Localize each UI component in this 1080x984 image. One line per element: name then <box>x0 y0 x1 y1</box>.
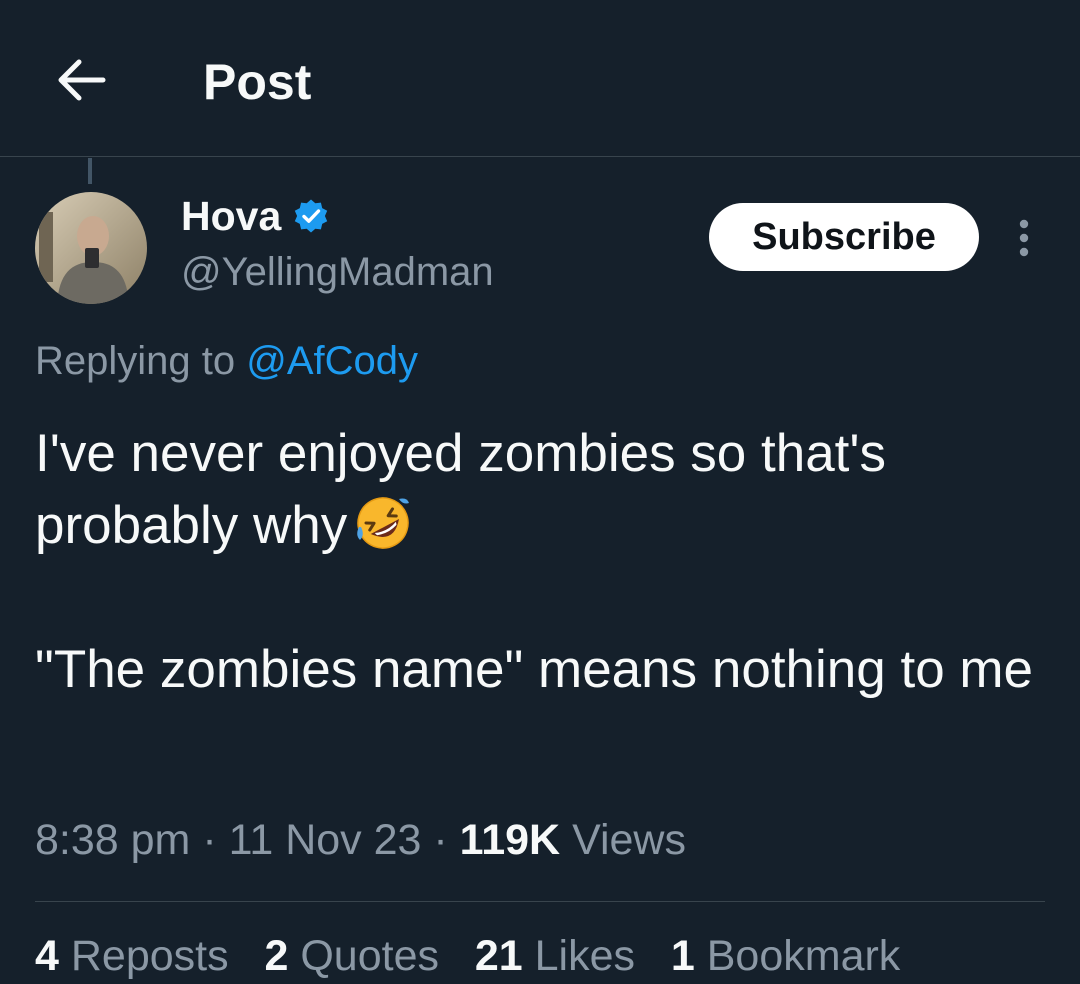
replying-to-label: Replying to <box>35 339 236 383</box>
replying-to-line: Replying to @AfCody <box>35 334 418 388</box>
back-button[interactable] <box>50 52 110 108</box>
tweet-text: I've never enjoyed zombies so that's pro… <box>35 418 1045 706</box>
reply-handle-link[interactable]: @AfCody <box>246 339 418 383</box>
more-vertical-icon <box>1019 219 1029 257</box>
author-handle[interactable]: @YellingMadman <box>181 246 494 298</box>
reposts-label: Reposts <box>70 932 229 980</box>
likes-stat[interactable]: 21 Likes <box>475 932 635 980</box>
meta-separator: · <box>433 816 448 864</box>
verified-badge-icon <box>295 199 328 233</box>
bookmarks-stat[interactable]: 1 Bookmark <box>671 932 900 980</box>
engagement-stats-row: 4 Reposts 2 Quotes 21 Likes 1 Bookmark <box>35 928 900 984</box>
divider <box>35 901 1045 902</box>
bookmarks-count: 1 <box>670 932 695 980</box>
reposts-count: 4 <box>35 932 59 980</box>
likes-count: 21 <box>474 932 523 980</box>
rolling-on-floor-laughing-emoji <box>357 497 410 549</box>
tweet-paragraph-1: I've never enjoyed zombies so that's pro… <box>35 424 887 555</box>
thread-connector-line <box>88 158 92 184</box>
tweet-meta: 8:38 pm · 11 Nov 23 · 119K Views <box>35 812 686 868</box>
subscribe-button[interactable]: Subscribe <box>709 203 979 271</box>
views-count: 119K <box>459 816 561 864</box>
reposts-stat[interactable]: 4 Reposts <box>35 932 229 980</box>
quotes-count: 2 <box>264 932 289 980</box>
likes-label: Likes <box>534 932 636 980</box>
avatar[interactable] <box>35 192 147 304</box>
tweet-paragraph-2: "The zombies name" means nothing to me <box>35 640 1034 699</box>
bookmarks-label: Bookmark <box>706 932 901 980</box>
tweet-paragraph: I've never enjoyed zombies so that's pro… <box>35 418 1045 562</box>
arrow-left-icon <box>58 59 106 101</box>
tweet-time[interactable]: 8:38 pm <box>35 816 190 864</box>
tweet-date[interactable]: 11 Nov 23 <box>229 816 422 864</box>
avatar-photo <box>35 192 147 304</box>
more-options-button[interactable] <box>1002 210 1046 266</box>
views-label: Views <box>572 816 686 864</box>
quotes-label: Quotes <box>300 932 439 980</box>
meta-separator: · <box>202 816 217 864</box>
display-name-text: Hova <box>181 193 282 239</box>
author-name[interactable]: Hova <box>181 192 329 240</box>
top-bar: Post <box>0 0 1080 157</box>
page-title: Post <box>203 54 312 110</box>
quotes-stat[interactable]: 2 Quotes <box>264 932 439 980</box>
